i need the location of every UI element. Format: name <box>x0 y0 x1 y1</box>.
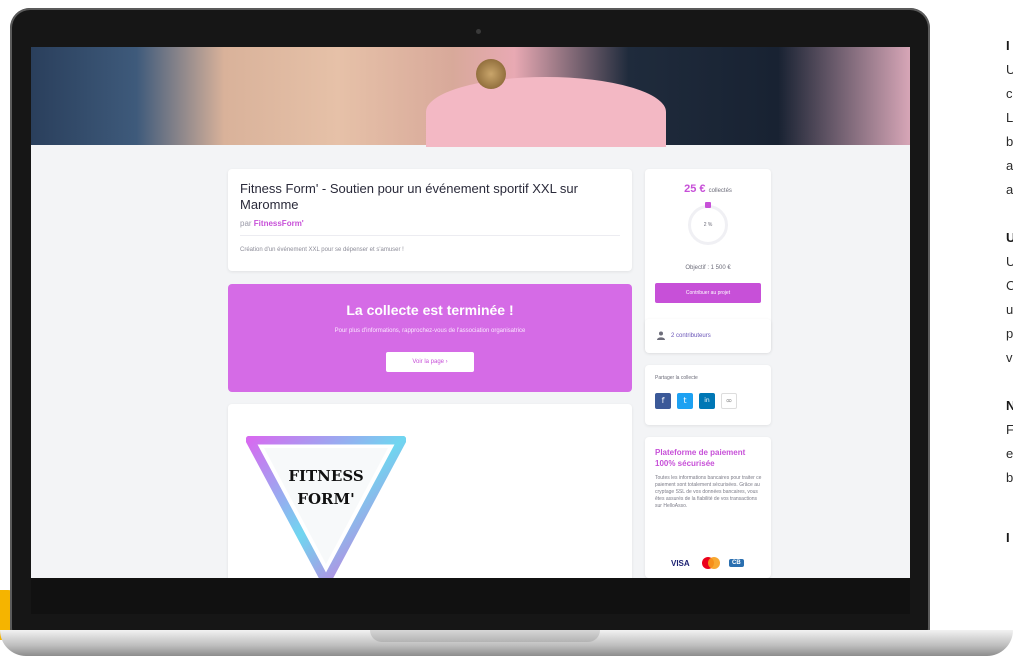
facebook-share-button[interactable]: f <box>655 393 671 409</box>
laptop-notch <box>370 630 600 642</box>
progress-percent: 2 % <box>703 222 713 228</box>
linkedin-share-button[interactable]: in <box>699 393 715 409</box>
secure-payment-card: Plateforme de paiement 100% sécurisée To… <box>645 437 771 578</box>
progress-indicator <box>705 202 711 208</box>
side-text: U <box>1006 254 1013 269</box>
coin-image <box>476 59 506 89</box>
visa-logo: VISA <box>671 559 690 568</box>
amount-value: 25 € <box>684 183 706 195</box>
share-card: Partager la collecte f t in ∞ <box>645 365 771 425</box>
contribute-button[interactable]: Contribuer au projet <box>655 283 761 303</box>
mastercard-logo <box>702 557 720 569</box>
collected-label: collectés <box>708 188 732 194</box>
camera-icon <box>476 29 481 34</box>
side-text: b <box>1006 134 1013 149</box>
ended-title: La collecte est terminée ! <box>346 302 514 318</box>
contributors-count: 2 contributeurs <box>671 333 711 339</box>
goal-text: Objectif : 1 500 € <box>685 265 731 271</box>
side-text: e <box>1006 446 1013 461</box>
amount-collected: 25 € collectés <box>645 183 771 195</box>
logo-line1: FITNESS <box>288 467 363 485</box>
organizer-link[interactable]: FitnessForm' <box>254 219 304 228</box>
person-icon <box>657 331 665 340</box>
divider <box>240 235 620 236</box>
side-text: p <box>1006 326 1013 341</box>
screen-bezel <box>31 578 910 614</box>
side-text: a <box>1006 182 1013 197</box>
secure-description: Toutes les informations bancaires pour t… <box>655 475 762 509</box>
secure-title: Plateforme de paiement 100% sécurisée <box>655 448 746 468</box>
side-text: I <box>1006 530 1010 545</box>
view-page-button[interactable]: Voir la page › <box>386 352 474 372</box>
logo-line2: FORM' <box>297 490 354 508</box>
side-text: a <box>1006 158 1013 173</box>
contributors-card[interactable]: 2 contributeurs <box>645 319 771 353</box>
ended-subtitle: Pour plus d'informations, rapprochez-vou… <box>334 328 526 334</box>
twitter-share-button[interactable]: t <box>677 393 693 409</box>
side-text: U <box>1006 62 1013 77</box>
copy-link-button[interactable]: ∞ <box>721 393 737 409</box>
share-label: Partager la collecte <box>655 375 698 381</box>
campaign-image-card: FITNESS FORM' <box>228 404 632 578</box>
campaign-title: Fitness Form' - Soutien pour un événemen… <box>240 181 578 212</box>
side-text: b <box>1006 470 1013 485</box>
fitness-form-logo: FITNESS FORM' <box>246 436 406 578</box>
collection-ended-banner: La collecte est terminée ! Pour plus d'i… <box>228 284 632 392</box>
by-prefix: par <box>240 219 252 228</box>
side-text: v <box>1006 350 1013 365</box>
side-text: u <box>1006 302 1013 317</box>
cb-logo: CB <box>729 559 744 567</box>
side-text: c <box>1006 86 1013 101</box>
campaign-description: Création d'un événement XXL pour se dépe… <box>240 247 404 253</box>
campaign-byline: par FitnessForm' <box>240 219 304 228</box>
facebook-icon: f <box>661 396 665 405</box>
hero-banner <box>31 47 910 147</box>
piggy-bank-image <box>426 77 666 147</box>
side-text: L <box>1006 110 1013 125</box>
side-text: I <box>1006 38 1010 53</box>
side-text: N <box>1006 398 1013 413</box>
side-text: C <box>1006 278 1013 293</box>
linkedin-icon: in <box>704 397 710 404</box>
laptop-screen: Fitness Form' - Soutien pour un événemen… <box>31 47 910 578</box>
twitter-icon: t <box>683 396 687 405</box>
side-text: F <box>1006 422 1013 437</box>
side-text: U <box>1006 230 1013 245</box>
link-icon: ∞ <box>725 396 733 405</box>
campaign-card: Fitness Form' - Soutien pour un événemen… <box>228 169 632 271</box>
